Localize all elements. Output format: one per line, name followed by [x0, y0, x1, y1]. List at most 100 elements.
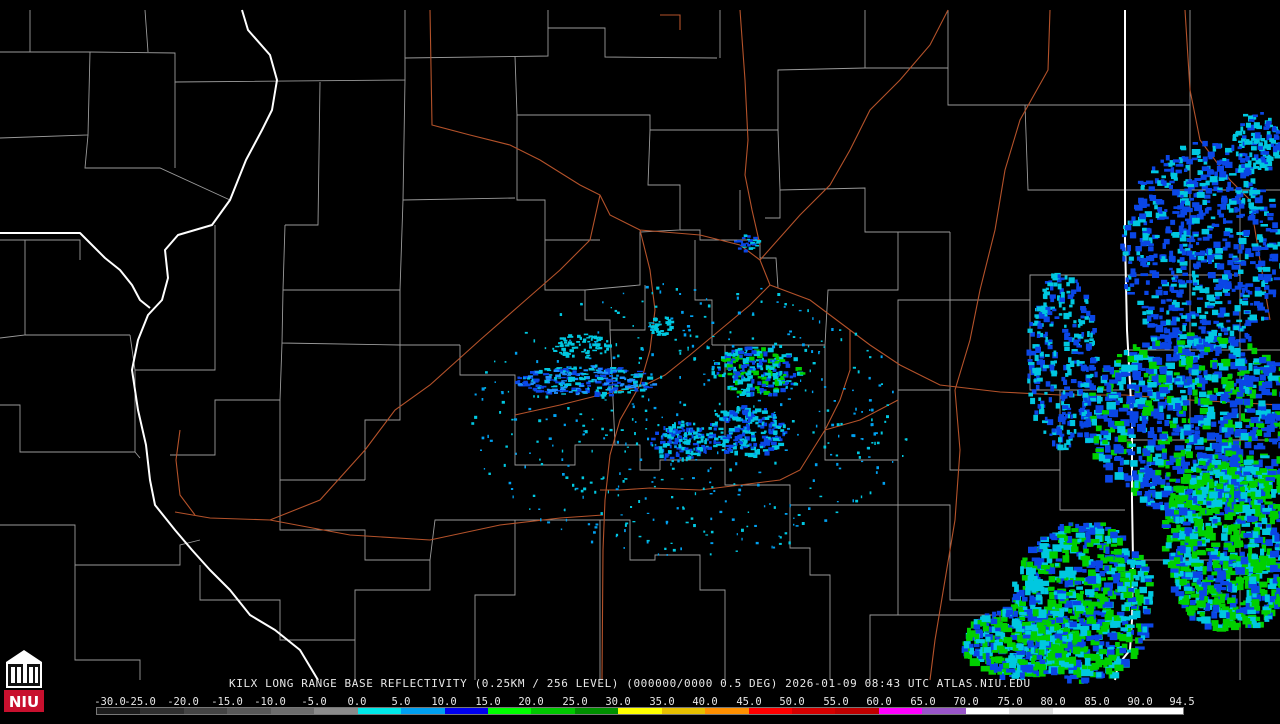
echo-pixel [774, 506, 776, 509]
echo-pixel [986, 637, 991, 642]
echo-pixel [637, 371, 643, 372]
echo-pixel [1197, 192, 1205, 198]
echo-pixel [1052, 428, 1056, 432]
echo-pixel [782, 354, 787, 357]
echo-pixel [731, 388, 737, 391]
echo-pixel [600, 375, 606, 377]
echo-pixel [1240, 339, 1246, 343]
echo-pixel [1105, 455, 1112, 459]
echo-pixel [562, 450, 563, 453]
echo-pixel [748, 453, 754, 457]
echo-pixel [1192, 292, 1196, 296]
echo-pixel [1176, 170, 1182, 174]
echo-pixel [772, 363, 778, 367]
echo-pixel [1133, 491, 1137, 496]
echo-pixel [553, 385, 557, 387]
echo-pixel [1166, 461, 1174, 465]
echo-pixel [1212, 460, 1222, 465]
echo-pixel [1171, 271, 1174, 275]
echo-pixel [1180, 579, 1187, 585]
echo-pixel [1238, 146, 1242, 149]
echo-pixel [1246, 334, 1250, 339]
echo-pixel [1223, 561, 1228, 569]
echo-pixel [1208, 152, 1215, 158]
echo-pixel [1189, 198, 1194, 201]
echo-pixel [674, 422, 676, 424]
echo-pixel [1161, 441, 1170, 444]
echo-pixel [560, 338, 563, 340]
echo-pixel [1185, 439, 1189, 443]
echo-pixel [515, 381, 519, 384]
echo-pixel [1162, 256, 1166, 261]
echo-pixel [1090, 374, 1094, 377]
echo-pixel [1188, 435, 1193, 442]
echo-pixel [1082, 569, 1086, 573]
echo-pixel [678, 435, 681, 437]
echo-pixel [555, 346, 559, 348]
echo-pixel [573, 370, 577, 373]
echo-pixel [1249, 215, 1255, 219]
echo-pixel [1243, 295, 1250, 298]
echo-pixel [563, 368, 568, 371]
echo-pixel [1228, 622, 1233, 626]
echo-pixel [1143, 609, 1150, 615]
echo-pixel [1162, 453, 1167, 460]
echo-pixel [749, 357, 754, 361]
echo-pixel [779, 345, 782, 348]
echo-pixel [1116, 360, 1121, 363]
echo-pixel [713, 445, 718, 447]
echo-pixel [627, 391, 631, 393]
echo-pixel [709, 434, 714, 436]
echo-pixel [524, 384, 530, 387]
echo-pixel [1265, 594, 1270, 602]
echo-pixel [1232, 527, 1238, 531]
echo-pixel [1196, 242, 1199, 245]
echo-pixel [1259, 582, 1267, 588]
echo-pixel [654, 446, 659, 449]
echo-pixel [1186, 352, 1195, 356]
echo-pixel [1247, 516, 1256, 522]
echo-pixel [1123, 251, 1129, 255]
echo-pixel [1221, 556, 1229, 561]
echo-pixel [1036, 376, 1040, 378]
echo-pixel [1094, 522, 1100, 527]
echo-pixel [1155, 454, 1161, 458]
echo-pixel [589, 358, 592, 360]
echo-pixel [1065, 276, 1068, 280]
echo-pixel [1272, 269, 1276, 274]
echo-pixel [1180, 282, 1186, 285]
echo-pixel [1053, 647, 1060, 653]
echo-pixel [678, 444, 681, 448]
echo-pixel [1134, 385, 1139, 392]
echo-pixel [1068, 609, 1072, 614]
echo-pixel [1232, 475, 1240, 480]
echo-pixel [1148, 307, 1155, 311]
echo-pixel [1163, 291, 1168, 295]
echo-pixel [1063, 555, 1070, 562]
echo-pixel [1207, 200, 1210, 203]
echo-pixel [1064, 526, 1071, 533]
echo-pixel [1202, 200, 1207, 205]
echo-pixel [794, 383, 799, 386]
echo-pixel [744, 250, 748, 253]
echo-pixel [1182, 325, 1186, 331]
echo-pixel [1235, 359, 1245, 366]
echo-pixel [1138, 638, 1143, 643]
echo-pixel [1226, 320, 1230, 323]
echo-pixel [1028, 576, 1034, 584]
radar-map-svg [0, 0, 1280, 720]
echo-pixel [1261, 589, 1265, 596]
echo-pixel [1054, 591, 1058, 595]
echo-pixel [1169, 479, 1176, 482]
echo-pixel [1106, 642, 1110, 648]
echo-pixel [1222, 158, 1226, 161]
echo-pixel [1214, 455, 1218, 459]
echo-pixel [1035, 347, 1041, 353]
echo-pixel [1075, 280, 1078, 284]
echo-pixel [572, 377, 575, 380]
echo-pixel [1160, 308, 1164, 312]
echo-pixel [1253, 219, 1259, 225]
echo-pixel [747, 239, 750, 241]
echo-pixel [751, 438, 756, 442]
echo-pixel [579, 344, 581, 346]
